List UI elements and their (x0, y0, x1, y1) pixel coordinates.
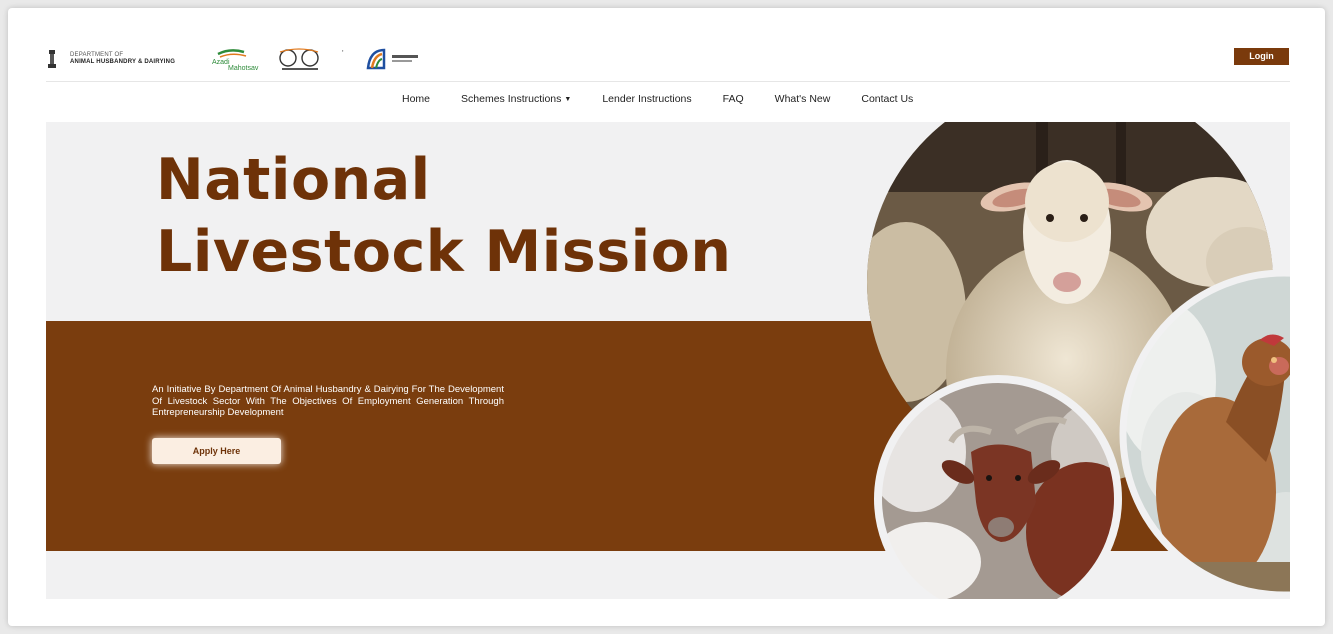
login-button[interactable]: Login (1234, 48, 1289, 65)
national-emblem-icon (48, 50, 56, 68)
browser-frame: DEPARTMENT OF ANIMAL HUSBANDRY & DAIRYIN… (8, 8, 1325, 626)
separator-mark: ' (342, 49, 344, 58)
hero-banner: National Livestock Mission An Initiative… (46, 122, 1290, 599)
nav-faq[interactable]: FAQ (723, 93, 744, 105)
department-line1: DEPARTMENT OF (70, 52, 124, 58)
nav-whats-new[interactable]: What's New (775, 93, 831, 105)
nav-lender-instructions[interactable]: Lender Instructions (602, 93, 691, 105)
nav-schemes-label: Schemes Instructions (461, 93, 562, 105)
main-navigation: Home Schemes Instructions ▼ Lender Instru… (402, 93, 944, 105)
department-name: DEPARTMENT OF ANIMAL HUSBANDRY & DAIRYIN… (70, 52, 175, 66)
azadi-ka-amrit-mahotsav-logo: Azadi Mahotsav (212, 49, 259, 72)
nav-contact-us[interactable]: Contact Us (861, 93, 913, 105)
chevron-down-icon: ▼ (564, 96, 572, 103)
livestock-photo-collage (867, 122, 1290, 599)
department-line2: ANIMAL HUSBANDRY & DAIRYING (70, 59, 176, 65)
digital-india-logo (366, 48, 418, 70)
g20-logo (279, 48, 319, 70)
nav-home[interactable]: Home (402, 93, 430, 105)
header-logo-bar: DEPARTMENT OF ANIMAL HUSBANDRY & DAIRYIN… (46, 42, 1290, 82)
nav-schemes-instructions[interactable]: Schemes Instructions ▼ (461, 93, 571, 105)
svg-text:Mahotsav: Mahotsav (228, 65, 259, 72)
